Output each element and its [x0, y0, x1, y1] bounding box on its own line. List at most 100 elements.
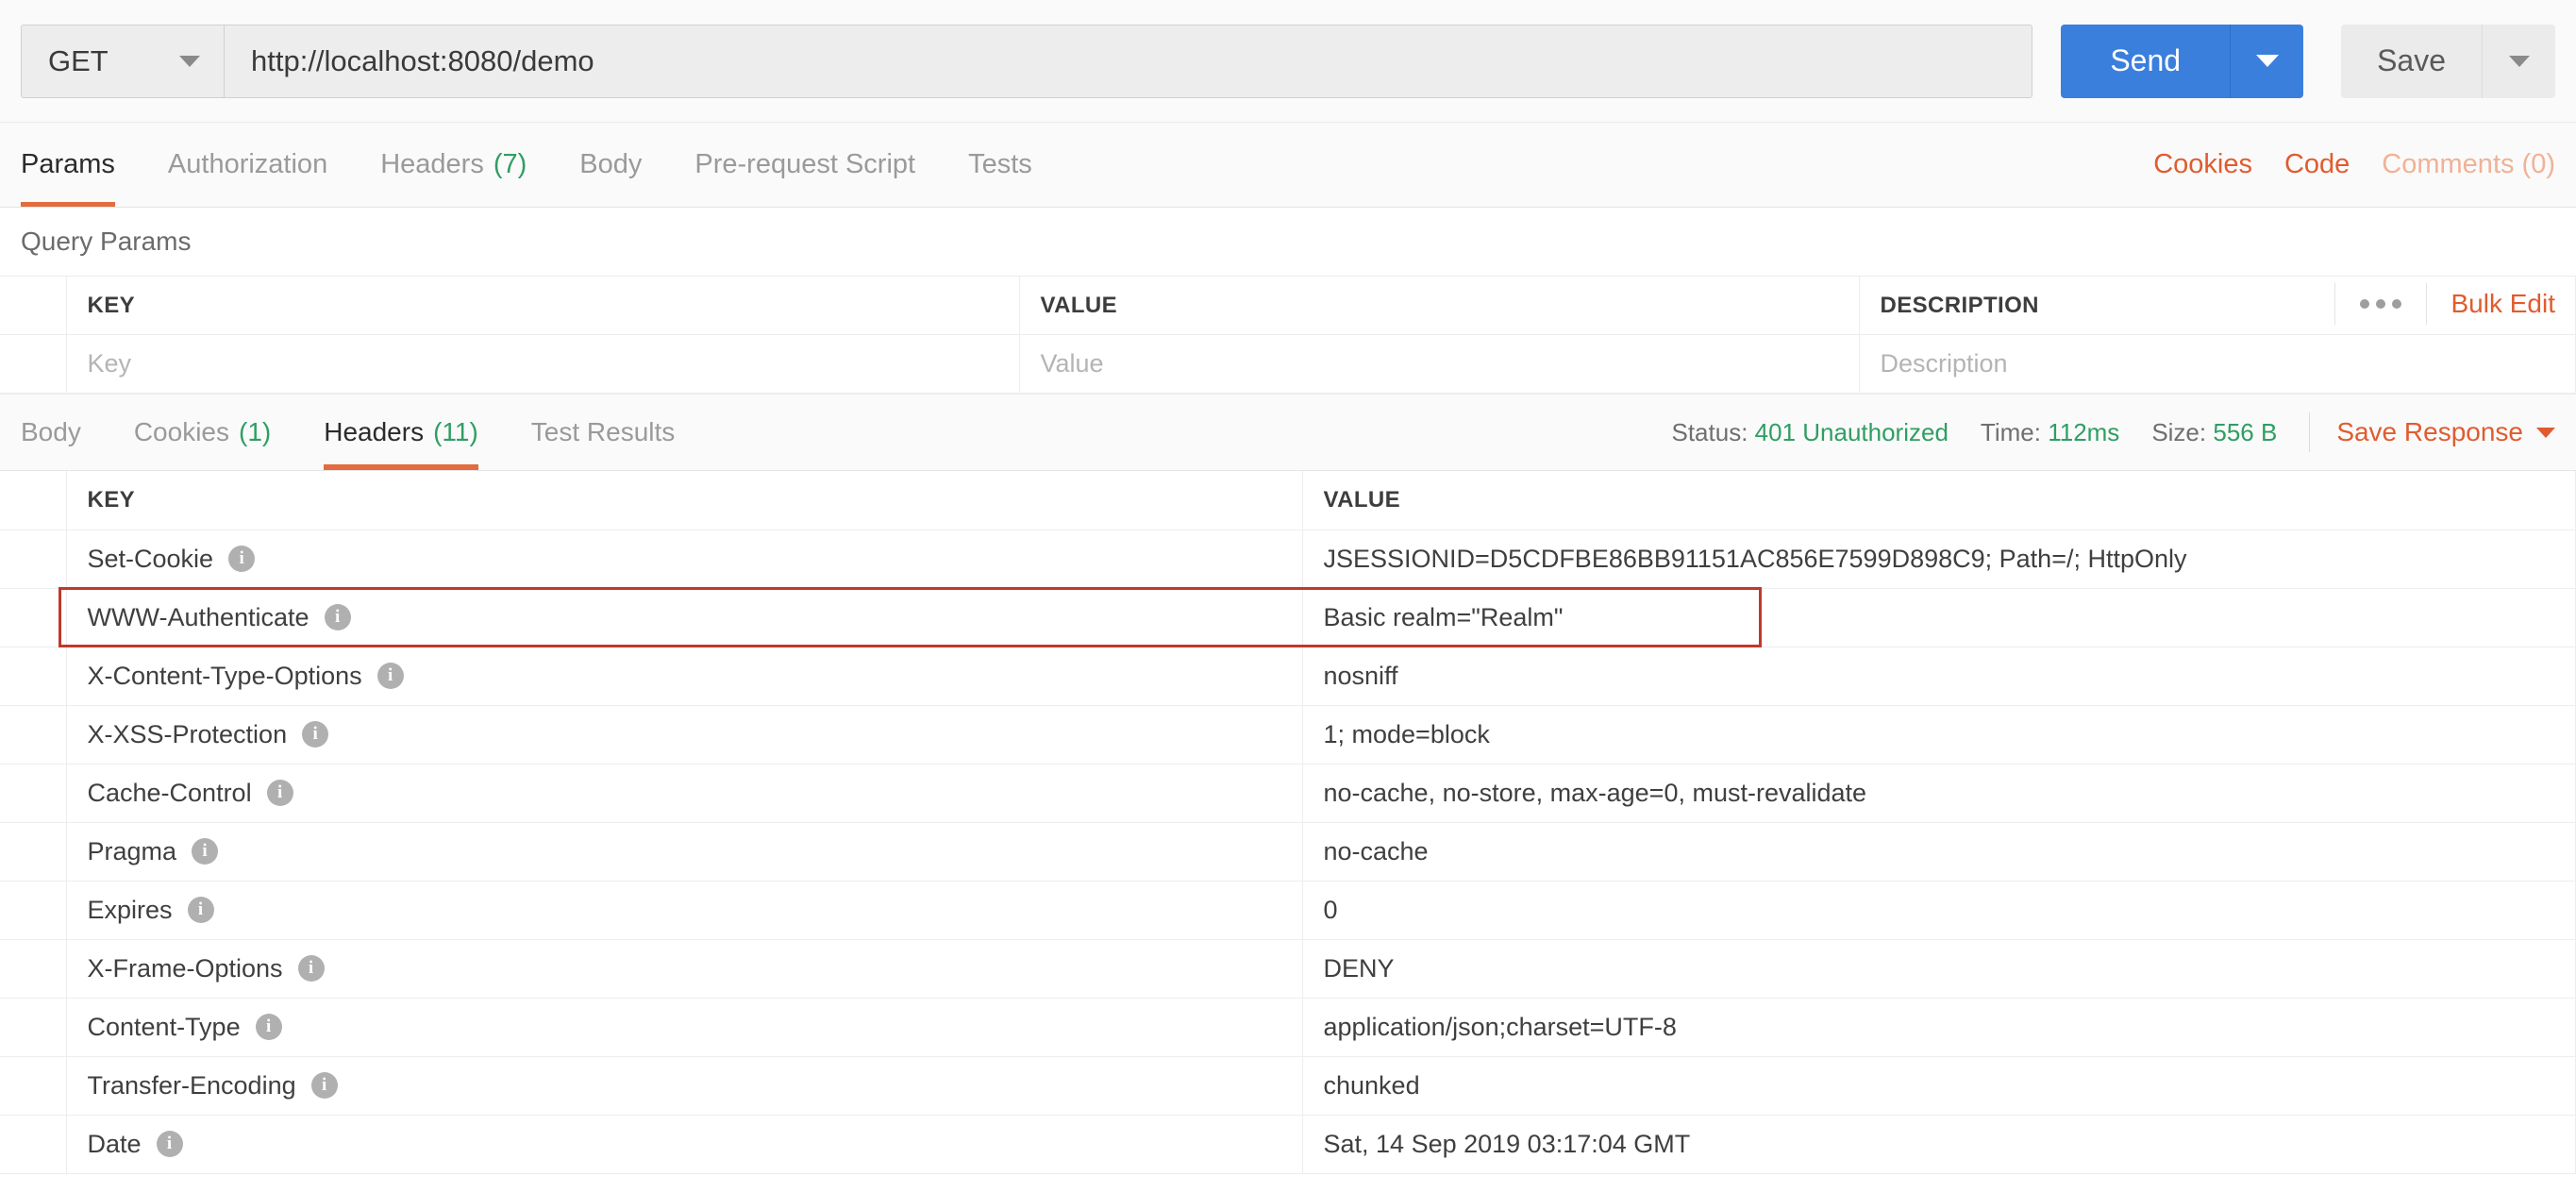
row-gutter-cell	[0, 998, 66, 1056]
table-row[interactable]: Cache-Controlino-cache, no-store, max-ag…	[0, 764, 2576, 822]
row-gutter-cell	[0, 822, 66, 881]
row-gutter-cell	[0, 705, 66, 764]
info-icon[interactable]: i	[267, 780, 293, 806]
response-headers-col-value: VALUE	[1302, 471, 2576, 529]
tab-params[interactable]: Params	[21, 123, 142, 207]
table-row[interactable]: X-Content-Type-Optionsinosniff	[0, 647, 2576, 705]
response-tab-body[interactable]: Body	[21, 395, 108, 470]
header-key-wrap: Cache-Controli	[88, 779, 1302, 808]
request-tabs-bar: Params Authorization Headers (7) Body Pr…	[0, 123, 2576, 208]
query-params-col-key: KEY	[66, 277, 1019, 335]
info-icon[interactable]: i	[298, 955, 325, 982]
request-url-input[interactable]	[225, 25, 2032, 97]
response-tab-cookies-count: (1)	[239, 417, 271, 447]
header-key-wrap: Expiresi	[88, 896, 1302, 925]
table-row[interactable]: Transfer-Encodingichunked	[0, 1056, 2576, 1115]
save-options-button[interactable]	[2482, 25, 2555, 98]
table-row[interactable]: Content-Typeiapplication/json;charset=UT…	[0, 998, 2576, 1056]
response-tab-body-label: Body	[21, 417, 81, 447]
time-label: Time:	[1981, 418, 2041, 446]
status-value: 401 Unauthorized	[1755, 418, 1949, 446]
header-key-wrap: X-Content-Type-Optionsi	[88, 662, 1302, 691]
header-key-cell: X-Frame-Options i	[66, 939, 1302, 998]
save-response-button[interactable]: Save Response	[2336, 417, 2555, 447]
header-key-label: Content-Type	[88, 1013, 241, 1042]
info-icon[interactable]: i	[377, 663, 404, 689]
tab-headers[interactable]: Headers (7)	[354, 123, 553, 207]
time-meta: Time: 112ms	[1981, 418, 2119, 447]
tab-pre-request-script-label: Pre-request Script	[694, 149, 915, 180]
header-key-label: X-XSS-Protection	[88, 720, 288, 749]
info-icon[interactable]: i	[311, 1072, 338, 1099]
send-options-button[interactable]	[2230, 25, 2303, 98]
save-button[interactable]: Save	[2341, 25, 2482, 98]
row-gutter-cell	[0, 529, 66, 588]
row-gutter-cell	[0, 939, 66, 998]
response-tab-test-results[interactable]: Test Results	[505, 395, 702, 470]
header-value-cell: no-cache, no-store, max-age=0, must-reva…	[1302, 764, 2576, 822]
http-method-select[interactable]: GET	[22, 25, 225, 97]
response-headers-section: KEY VALUE Set-CookieiJSESSIONID=D5CDFBE8…	[0, 471, 2576, 1174]
table-row[interactable]: X-Frame-OptionsiDENY	[0, 939, 2576, 998]
header-value-cell: Sat, 14 Sep 2019 03:17:04 GMT	[1302, 1115, 2576, 1173]
tab-body[interactable]: Body	[553, 123, 668, 207]
table-row[interactable]: X-XSS-Protectioni1; mode=block	[0, 705, 2576, 764]
tab-tests-label: Tests	[968, 149, 1032, 180]
bulk-edit-button[interactable]: Bulk Edit	[2427, 289, 2556, 319]
response-meta-bar: Status: 401 Unauthorized Time: 112ms Siz…	[1671, 395, 2555, 470]
send-button-group: Send	[2061, 25, 2303, 98]
header-key-cell: Cache-Controli	[66, 764, 1302, 822]
tab-authorization[interactable]: Authorization	[142, 123, 354, 207]
header-value-cell: 0	[1302, 881, 2576, 939]
header-key-label: WWW-Authenticate	[88, 603, 309, 632]
header-key-cell: Expiresi	[66, 881, 1302, 939]
header-key-wrap: X-XSS-Protection i	[88, 720, 1302, 749]
table-row[interactable]: Expiresi0	[0, 881, 2576, 939]
table-row[interactable]: Set-CookieiJSESSIONID=D5CDFBE86BB91151AC…	[0, 529, 2576, 588]
query-params-empty-row[interactable]: Key Value Description	[0, 335, 2576, 394]
ellipsis-icon[interactable]	[2334, 283, 2427, 325]
size-value: 556 B	[2213, 418, 2277, 446]
comments-link[interactable]: Comments (0)	[2382, 149, 2555, 180]
dot-2	[2376, 299, 2385, 309]
info-icon[interactable]: i	[228, 546, 255, 572]
query-param-value-cell[interactable]: Value	[1019, 335, 1859, 394]
tab-tests[interactable]: Tests	[942, 123, 1059, 207]
send-button[interactable]: Send	[2061, 25, 2230, 98]
table-row[interactable]: Pragmaino-cache	[0, 822, 2576, 881]
query-params-actions: Bulk Edit	[2334, 283, 2556, 325]
header-key-wrap: Pragmai	[88, 837, 1302, 866]
info-icon[interactable]: i	[157, 1131, 183, 1157]
info-icon[interactable]: i	[325, 604, 351, 630]
cookies-link[interactable]: Cookies	[2153, 149, 2252, 180]
info-icon[interactable]: i	[192, 838, 218, 865]
header-key-label: Transfer-Encoding	[88, 1071, 296, 1101]
save-response-label: Save Response	[2336, 417, 2523, 447]
header-key-label: X-Frame-Options	[88, 954, 283, 983]
chevron-down-icon	[2536, 428, 2555, 438]
response-headers-header-row: KEY VALUE	[0, 471, 2576, 529]
info-icon[interactable]: i	[256, 1014, 282, 1040]
row-gutter-cell	[0, 764, 66, 822]
table-row[interactable]: DateiSat, 14 Sep 2019 03:17:04 GMT	[0, 1115, 2576, 1173]
table-row[interactable]: WWW-AuthenticateiBasic realm="Realm"	[0, 588, 2576, 647]
header-key-wrap: WWW-Authenticate i	[88, 603, 1302, 632]
info-icon[interactable]: i	[188, 897, 214, 923]
header-key-label: Date	[88, 1130, 142, 1159]
response-tab-cookies[interactable]: Cookies (1)	[108, 395, 297, 470]
query-params-table: KEY VALUE DESCRIPTION Key Value Descript…	[0, 276, 2576, 394]
status-meta: Status: 401 Unauthorized	[1671, 418, 1948, 447]
row-checkbox-cell[interactable]	[0, 335, 66, 394]
query-params-title: Query Params	[0, 208, 2576, 276]
header-key-cell: Datei	[66, 1115, 1302, 1173]
request-url-bar: GET Send Save	[0, 0, 2576, 123]
info-icon[interactable]: i	[302, 721, 328, 748]
tab-pre-request-script[interactable]: Pre-request Script	[668, 123, 942, 207]
query-param-description-cell[interactable]: Description	[1859, 335, 2576, 394]
code-link[interactable]: Code	[2284, 149, 2350, 180]
time-value: 112ms	[2048, 418, 2119, 446]
response-tab-headers[interactable]: Headers (11)	[297, 395, 505, 470]
query-param-key-cell[interactable]: Key	[66, 335, 1019, 394]
tab-params-label: Params	[21, 149, 115, 180]
response-headers-table: KEY VALUE Set-CookieiJSESSIONID=D5CDFBE8…	[0, 471, 2576, 1174]
